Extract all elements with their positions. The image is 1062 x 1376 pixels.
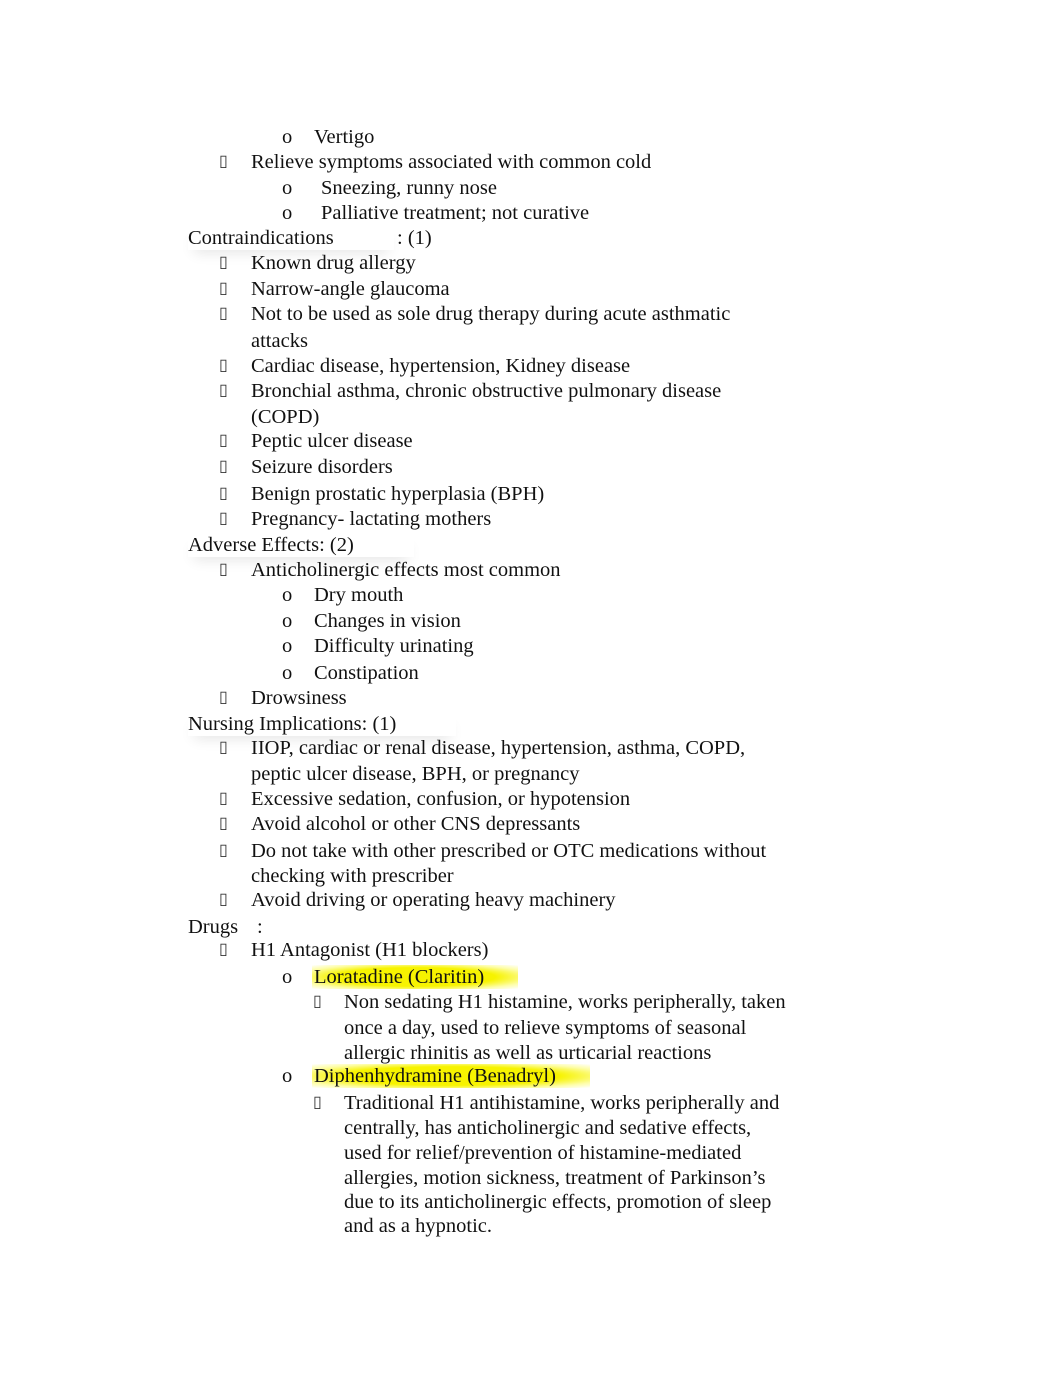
square-bullet-icon: ▯ xyxy=(219,153,228,170)
bullet-icon: ▯ xyxy=(219,815,228,832)
bullet-icon: ▯ xyxy=(219,305,228,322)
circle-bullet-icon: o xyxy=(282,635,293,657)
circle-bullet-icon: o xyxy=(282,966,293,988)
bullet-icon: ▯ xyxy=(219,458,228,475)
bullet-icon: ▯ xyxy=(219,485,228,502)
bullet-icon: ▯ xyxy=(219,357,228,374)
circle-bullet-icon: o xyxy=(282,202,293,224)
square-bullet-icon: ▯ xyxy=(313,993,322,1010)
bullet-icon: ▯ xyxy=(219,432,228,449)
bullet-icon: ▯ xyxy=(219,280,228,297)
bullet-icon: ▯ xyxy=(219,689,228,706)
square-bullet-icon: ▯ xyxy=(219,891,228,908)
circle-bullet-icon: o xyxy=(282,662,293,684)
circle-bullet-icon: o xyxy=(282,610,293,632)
bullet-icon: ▯ xyxy=(219,739,228,756)
square-bullet-icon: ▯ xyxy=(313,1094,322,1111)
circle-bullet-icon: o xyxy=(282,126,293,148)
bullet-icon: ▯ xyxy=(219,561,228,578)
highlighted-drug-name: Diphenhydramine (Benadryl) xyxy=(312,1064,590,1088)
bullet-icon: ▯ xyxy=(219,842,228,859)
circle-bullet-icon: o xyxy=(282,584,293,606)
square-bullet-icon: ▯ xyxy=(219,941,228,958)
bullet-icon: ▯ xyxy=(219,254,228,271)
bullet-icon: ▯ xyxy=(219,790,228,807)
highlighted-drug-name: Loratadine (Claritin) xyxy=(312,965,519,989)
bullet-icon: ▯ xyxy=(219,510,228,527)
circle-bullet-icon: o xyxy=(282,1065,293,1087)
circle-bullet-icon: o xyxy=(282,177,293,199)
bullet-icon: ▯ xyxy=(219,382,228,399)
